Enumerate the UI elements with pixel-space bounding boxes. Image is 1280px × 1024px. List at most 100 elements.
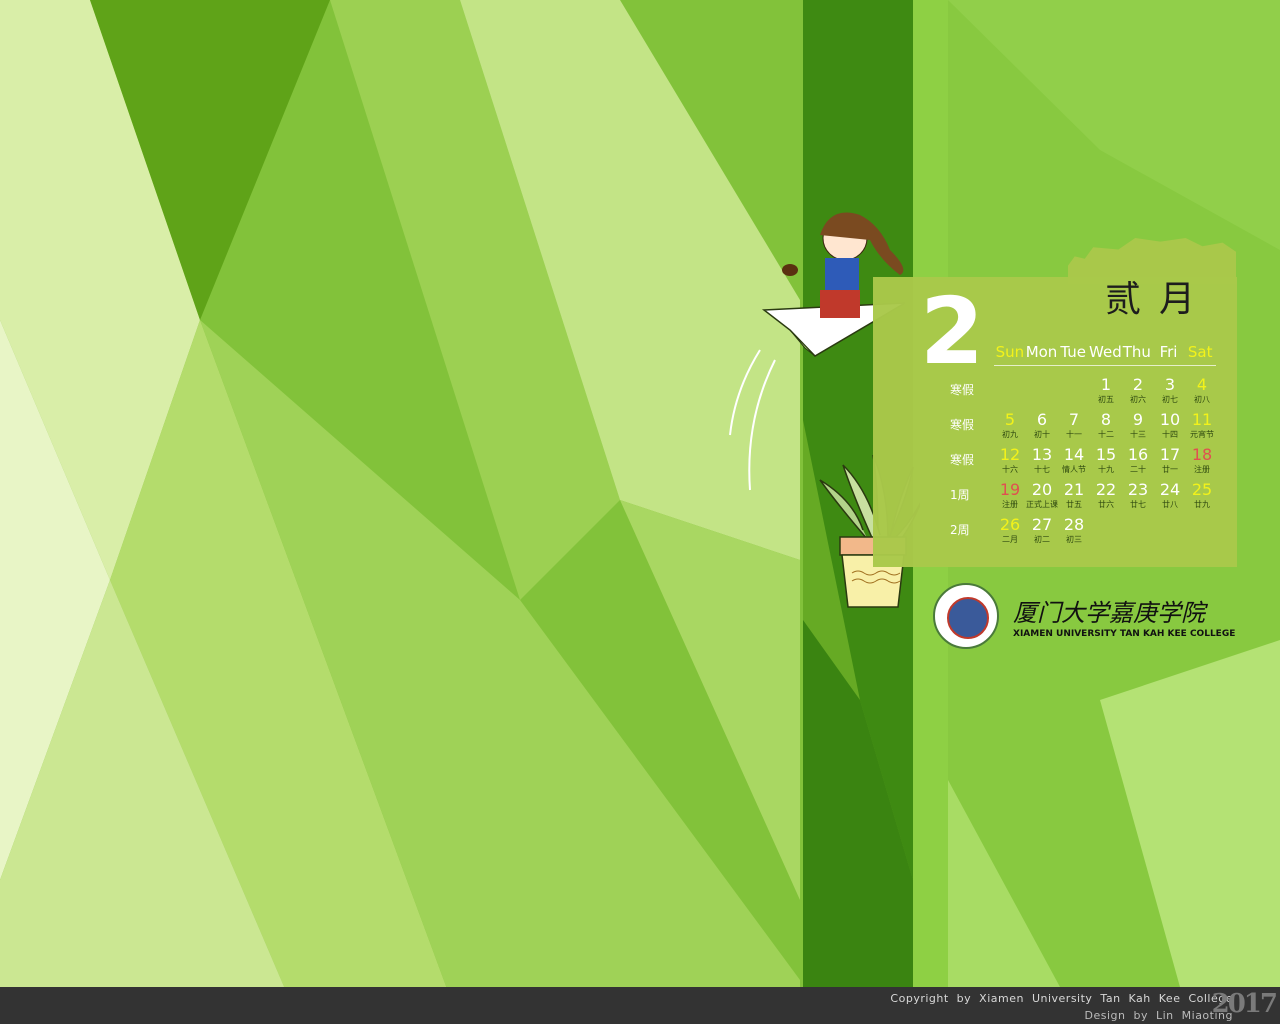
week-label: 寒假 — [950, 453, 975, 467]
calendar-week-row: 寒假 5 初九 6 初十 7 十一 8 十二 9 十三 10 十四 11 元宵节 — [950, 410, 1220, 445]
calendar-day-cell: 5 初九 — [994, 410, 1026, 440]
lunar-date: 十九 — [1098, 465, 1114, 474]
day-number: 18 — [1191, 445, 1213, 464]
lunar-date: 廿五 — [1066, 500, 1082, 509]
day-number: 26 — [999, 515, 1021, 534]
lunar-date: 二月 — [1002, 535, 1018, 544]
calendar-day-cell: 17 廿一 — [1154, 445, 1186, 475]
day-number: 17 — [1159, 445, 1181, 464]
lunar-date: 十七 — [1034, 465, 1050, 474]
lunar-date: 元宵节 — [1190, 430, 1214, 439]
day-number: 21 — [1063, 480, 1085, 499]
lunar-date: 十三 — [1130, 430, 1146, 439]
weekday-wed: Wed — [1089, 343, 1122, 361]
calendar-week-row: 寒假 12 十六 13 十七 14 情人节 15 十九 16 二十 17 廿一 18 注册 — [950, 445, 1220, 480]
calendar-day-cell: 18 注册 — [1186, 445, 1218, 475]
calendar-day-cell: 3 初七 — [1154, 375, 1186, 405]
calendar-day-cell: 28 初三 — [1058, 515, 1090, 545]
lunar-date: 初六 — [1130, 395, 1146, 404]
day-number: 8 — [1100, 410, 1112, 429]
calendar-day-cell: 16 二十 — [1122, 445, 1154, 475]
lunar-date: 二十 — [1130, 465, 1146, 474]
calendar-grid: 寒假 1 初五 2 初六 3 初七 4 初八 寒假 5 初九 6 初十 7 十一 8 十二 9 十三 10 十四 11 元宵节… — [950, 375, 1220, 550]
day-number: 5 — [1004, 410, 1016, 429]
lunar-date: 廿九 — [1194, 500, 1210, 509]
calendar-day-cell: 8 十二 — [1090, 410, 1122, 440]
lunar-date: 初三 — [1066, 535, 1082, 544]
calendar-day-cell: 11 元宵节 — [1186, 410, 1218, 440]
day-number: 14 — [1063, 445, 1085, 464]
calendar-day-cell: 21 廿五 — [1058, 480, 1090, 510]
week-label: 2周 — [950, 523, 970, 537]
lunar-date: 廿七 — [1130, 500, 1146, 509]
day-number: 4 — [1196, 375, 1208, 394]
month-number: 2 — [920, 278, 985, 385]
week-label: 1周 — [950, 488, 970, 502]
week-label: 寒假 — [950, 418, 975, 432]
calendar-day-cell: 4 初八 — [1186, 375, 1218, 405]
calendar-day-cell: 2 初六 — [1122, 375, 1154, 405]
day-number: 27 — [1031, 515, 1053, 534]
college-name-cn: 厦门大学嘉庚学院 — [1013, 599, 1205, 627]
day-number: 23 — [1127, 480, 1149, 499]
calendar-day-cell: 9 十三 — [1122, 410, 1154, 440]
day-number: 9 — [1132, 410, 1144, 429]
lunar-date: 初十 — [1034, 430, 1050, 439]
week-label: 寒假 — [950, 383, 975, 397]
lunar-date: 正式上课 — [1026, 500, 1058, 509]
calendar-day-cell: 15 十九 — [1090, 445, 1122, 475]
calendar-day-cell: 7 十一 — [1058, 410, 1090, 440]
weekday-tue: Tue — [1060, 343, 1086, 361]
lunar-date: 廿八 — [1162, 500, 1178, 509]
calendar-day-cell: 1 初五 — [1090, 375, 1122, 405]
lunar-date: 十四 — [1162, 430, 1178, 439]
lunar-date: 注册 — [1194, 465, 1210, 474]
copyright-text: Copyright by Xiamen University Tan Kah K… — [890, 992, 1233, 1005]
day-number: 13 — [1031, 445, 1053, 464]
lunar-date: 廿一 — [1162, 465, 1178, 474]
college-seal-icon — [933, 583, 999, 649]
day-number: 15 — [1095, 445, 1117, 464]
lunar-date: 十六 — [1002, 465, 1018, 474]
calendar-day-cell: 23 廿七 — [1122, 480, 1154, 510]
day-number: 12 — [999, 445, 1021, 464]
lunar-date: 十二 — [1098, 430, 1114, 439]
day-number: 3 — [1164, 375, 1176, 394]
calendar-day-cell: 19 注册 — [994, 480, 1026, 510]
lunar-date: 初七 — [1162, 395, 1178, 404]
weekday-thu: Thu — [1122, 343, 1151, 361]
day-number: 25 — [1191, 480, 1213, 499]
lunar-date: 初二 — [1034, 535, 1050, 544]
calendar-day-cell: 24 廿八 — [1154, 480, 1186, 510]
lunar-date: 情人节 — [1062, 465, 1086, 474]
weekday-header: Sun Mon Tue Wed Thu Fri Sat — [994, 343, 1216, 366]
college-name-en: XIAMEN UNIVERSITY TAN KAH KEE COLLEGE — [1013, 629, 1236, 639]
day-number: 10 — [1159, 410, 1181, 429]
day-number: 22 — [1095, 480, 1117, 499]
lunar-date: 注册 — [1002, 500, 1018, 509]
weekday-mon: Mon — [1025, 343, 1058, 361]
lunar-date: 初五 — [1098, 395, 1114, 404]
day-number: 19 — [999, 480, 1021, 499]
weekday-fri: Fri — [1159, 343, 1178, 361]
calendar-week-row: 1周 19 注册 20 正式上课 21 廿五 22 廿六 23 廿七 24 廿八 25 廿九 — [950, 480, 1220, 515]
lunar-date: 初八 — [1194, 395, 1210, 404]
calendar-day-cell: 14 情人节 — [1058, 445, 1090, 475]
calendar-day-cell: 22 廿六 — [1090, 480, 1122, 510]
day-number: 2 — [1132, 375, 1144, 394]
weekday-sun: Sun — [995, 343, 1025, 361]
day-number: 28 — [1063, 515, 1085, 534]
calendar-day-cell: 12 十六 — [994, 445, 1026, 475]
calendar-week-row: 2周 26 二月 27 初二 28 初三 — [950, 515, 1220, 550]
year-text: 2017 — [1211, 989, 1278, 1019]
day-number: 1 — [1100, 375, 1112, 394]
lunar-date: 初九 — [1002, 430, 1018, 439]
day-number: 11 — [1191, 410, 1213, 429]
month-name-cn: 贰月 — [1105, 279, 1214, 320]
calendar-day-cell: 20 正式上课 — [1026, 480, 1058, 510]
day-number: 6 — [1036, 410, 1048, 429]
calendar-day-cell: 6 初十 — [1026, 410, 1058, 440]
calendar-week-row: 寒假 1 初五 2 初六 3 初七 4 初八 — [950, 375, 1220, 410]
day-number: 7 — [1068, 410, 1080, 429]
day-number: 24 — [1159, 480, 1181, 499]
